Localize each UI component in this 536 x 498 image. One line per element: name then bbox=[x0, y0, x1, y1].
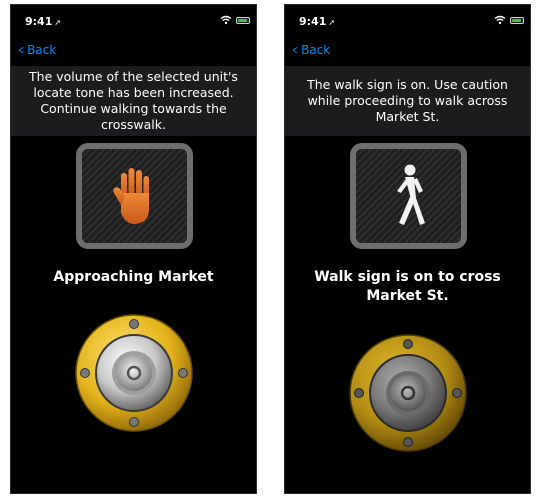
status-time: 9:41 ➚ bbox=[299, 15, 336, 28]
back-button[interactable]: < Back bbox=[290, 43, 330, 57]
back-button[interactable]: < Back bbox=[16, 43, 56, 57]
location-arrow-icon: ➚ bbox=[328, 18, 336, 27]
status-time: 9:41 ➚ bbox=[25, 15, 62, 28]
back-label: Back bbox=[301, 43, 331, 57]
instruction-message: The walk sign is on. Use caution while p… bbox=[285, 66, 530, 136]
pedestrian-signal bbox=[76, 143, 193, 249]
pedestrian-signal bbox=[350, 143, 467, 249]
phone-screen-right: 9:41 ➚ < Back The walk sign is on. Use cau… bbox=[284, 4, 531, 494]
nav-bar: < Back bbox=[11, 37, 256, 65]
status-bar: 9:41 ➚ bbox=[11, 5, 256, 35]
battery-icon bbox=[236, 17, 250, 24]
location-arrow-icon: ➚ bbox=[54, 18, 62, 27]
back-label: Back bbox=[27, 43, 57, 57]
push-button[interactable] bbox=[74, 313, 194, 433]
chevron-left-icon: < bbox=[292, 43, 299, 57]
stop-hand-icon bbox=[112, 168, 149, 224]
push-button[interactable] bbox=[348, 333, 468, 453]
battery-icon bbox=[510, 17, 524, 24]
phone-screen-left: 9:41 ➚ < Back The volume of the selected u… bbox=[10, 4, 257, 494]
nav-bar: < Back bbox=[285, 37, 530, 65]
chevron-left-icon: < bbox=[18, 43, 25, 57]
status-caption: Approaching Market bbox=[53, 269, 214, 285]
status-caption: Walk sign is on to cross Market St. bbox=[314, 269, 501, 304]
instruction-message: The volume of the selected unit's locate… bbox=[11, 66, 256, 136]
wifi-icon bbox=[494, 15, 506, 25]
wifi-icon bbox=[220, 15, 232, 25]
status-bar: 9:41 ➚ bbox=[285, 5, 530, 35]
walking-person-icon bbox=[396, 164, 425, 225]
